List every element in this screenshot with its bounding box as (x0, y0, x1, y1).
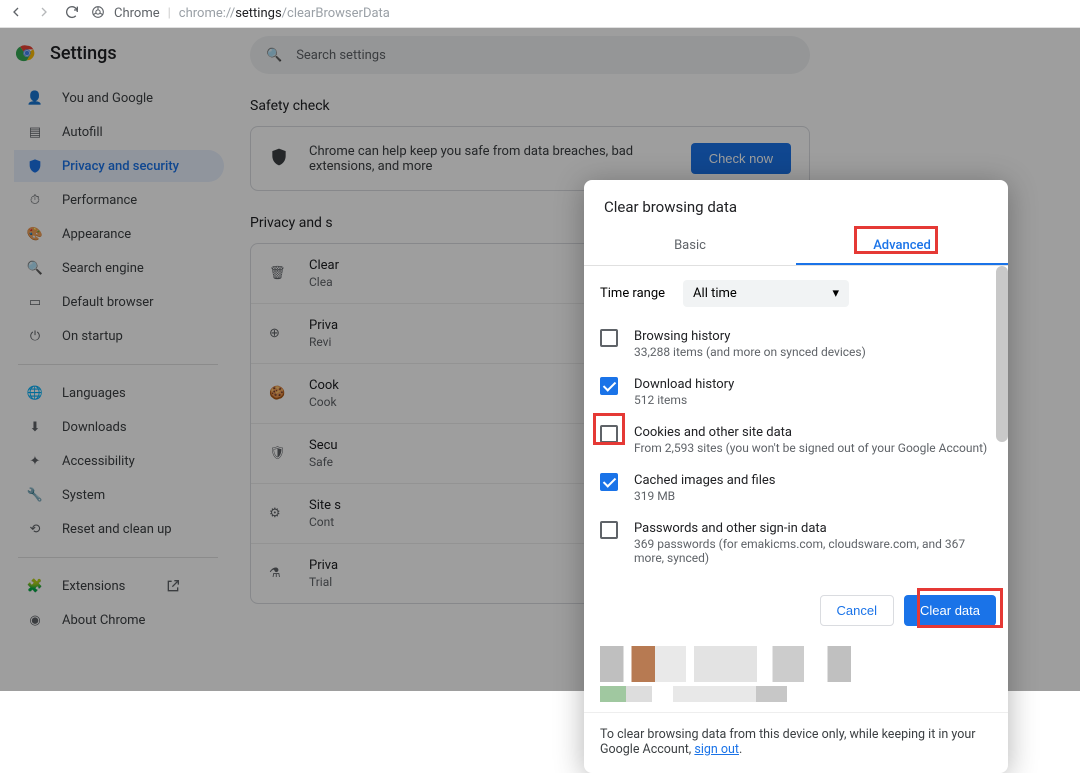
chrome-page-icon (90, 4, 106, 24)
item-title: Passwords and other sign-in data (634, 521, 998, 536)
item-sub: 369 passwords (for emakicms.com, cloudsw… (634, 537, 998, 565)
item-sub: 512 items (634, 393, 734, 407)
url-scheme: chrome:// (179, 6, 235, 21)
dialog-scrollbar[interactable] (996, 266, 1008, 442)
dialog-body: Time range All time ▾ Browsing history33… (584, 266, 1008, 585)
checkbox-download-history[interactable] (600, 377, 618, 395)
item-sub: 33,288 items (and more on synced devices… (634, 345, 866, 359)
blurred-account-row (600, 646, 992, 682)
blurred-account-row-2 (600, 686, 860, 702)
back-icon[interactable] (8, 4, 24, 24)
checkbox-passwords[interactable] (600, 521, 618, 539)
footer-text: To clear browsing data from this device … (600, 727, 976, 757)
url-divider: | (168, 6, 171, 21)
tab-basic[interactable]: Basic (584, 230, 796, 265)
browser-toolbar: Chrome | chrome://settings/clearBrowserD… (0, 0, 1080, 28)
highlight-advanced-tab (854, 226, 938, 254)
dialog-title: Clear browsing data (584, 180, 1008, 230)
item-title: Download history (634, 377, 734, 392)
url-host: settings (235, 6, 281, 21)
highlight-clear-data (917, 588, 1003, 628)
cancel-button[interactable]: Cancel (820, 595, 894, 626)
url-path: /clearBrowserData (282, 6, 390, 21)
time-range-select[interactable]: All time ▾ (683, 280, 849, 307)
item-title: Cookies and other site data (634, 425, 987, 440)
sign-out-link[interactable]: sign out (694, 742, 739, 757)
dialog-tabbar: Basic Advanced (584, 230, 1008, 266)
dialog-footer: To clear browsing data from this device … (584, 712, 1008, 761)
checkbox-cache[interactable] (600, 473, 618, 491)
item-sub: From 2,593 sites (you won't be signed ou… (634, 441, 987, 455)
address-bar[interactable]: Chrome | chrome://settings/clearBrowserD… (90, 4, 1074, 24)
product-label: Chrome (114, 6, 160, 21)
item-title: Browsing history (634, 329, 866, 344)
reload-icon[interactable] (64, 4, 80, 24)
item-title: Cached images and files (634, 473, 775, 488)
checkbox-browsing-history[interactable] (600, 329, 618, 347)
highlight-cookies-checkbox (593, 413, 625, 445)
item-sub: 319 MB (634, 489, 775, 503)
clear-browsing-data-dialog: Clear browsing data Basic Advanced Time … (584, 180, 1008, 773)
time-range-label: Time range (600, 286, 665, 301)
time-range-value: All time (693, 286, 737, 301)
footer-period: . (739, 742, 742, 757)
chevron-down-icon: ▾ (833, 286, 840, 301)
forward-icon[interactable] (36, 4, 52, 24)
